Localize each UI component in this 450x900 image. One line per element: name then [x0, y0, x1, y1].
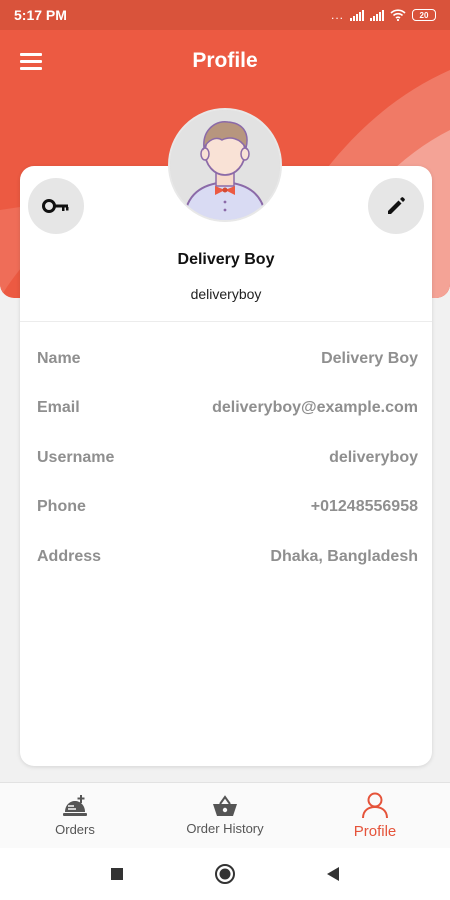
- back-button[interactable]: [319, 860, 347, 888]
- info-row-address: Address Dhaka, Bangladesh: [20, 532, 432, 582]
- nav-order-history[interactable]: Order History: [150, 783, 300, 848]
- nav-profile[interactable]: Profile: [300, 783, 450, 848]
- info-value: deliveryboy: [329, 448, 418, 466]
- info-value: Dhaka, Bangladesh: [270, 547, 418, 565]
- home-circle-icon: [215, 864, 235, 884]
- info-value: Delivery Boy: [321, 349, 418, 367]
- edit-profile-button[interactable]: [368, 178, 424, 234]
- menu-button[interactable]: [20, 50, 44, 72]
- pencil-icon: [388, 197, 405, 214]
- avatar-illustration: [170, 110, 280, 220]
- app-bar: Profile: [0, 30, 450, 92]
- person-icon: [362, 792, 388, 819]
- info-value: deliveryboy@example.com: [212, 399, 418, 417]
- info-row-phone: Phone +01248556958: [20, 483, 432, 533]
- divider: [20, 321, 432, 322]
- info-label: Address: [37, 547, 102, 565]
- avatar: [168, 108, 282, 222]
- profile-screen: 5:17 PM ... 20 Profile Delivery Boy deli…: [0, 0, 450, 900]
- signal-icon: [370, 9, 384, 21]
- home-button[interactable]: [211, 860, 239, 888]
- square-icon: [111, 868, 123, 880]
- nav-orders-label: Orders: [55, 822, 95, 837]
- bottom-navigation: Orders Order History Profile: [0, 782, 450, 848]
- signal-icon: [350, 9, 364, 21]
- food-tray-icon: [63, 795, 87, 816]
- recent-apps-button[interactable]: [103, 860, 131, 888]
- info-row-username: Username deliveryboy: [20, 433, 432, 483]
- profile-card: Delivery Boy deliveryboy Name Delivery B…: [20, 166, 432, 766]
- info-label: Username: [37, 448, 115, 466]
- battery-icon: 20: [412, 9, 436, 21]
- info-label: Email: [37, 399, 80, 417]
- info-label: Name: [37, 349, 81, 367]
- back-triangle-icon: [327, 867, 339, 881]
- info-row-name: Name Delivery Boy: [20, 334, 432, 384]
- status-bar: 5:17 PM ... 20: [0, 0, 450, 30]
- info-label: Phone: [37, 498, 86, 516]
- nav-orders[interactable]: Orders: [0, 783, 150, 848]
- profile-username: deliveryboy: [190, 286, 262, 302]
- page-title: Profile: [192, 49, 258, 72]
- info-value: +01248556958: [310, 498, 418, 516]
- profile-info-list: Name Delivery Boy Email deliveryboy@exam…: [20, 334, 432, 582]
- nav-profile-label: Profile: [353, 823, 397, 840]
- info-row-email: Email deliveryboy@example.com: [20, 384, 432, 434]
- system-navigation-bar: [0, 848, 450, 900]
- status-time: 5:17 PM: [14, 7, 67, 23]
- basket-icon: [213, 795, 237, 816]
- status-icons: ... 20: [331, 8, 436, 22]
- wifi-icon: [390, 9, 406, 21]
- nav-order-history-label: Order History: [186, 821, 264, 836]
- notification-dots-icon: ...: [330, 8, 344, 22]
- profile-name: Delivery Boy: [177, 251, 275, 268]
- change-password-button[interactable]: [28, 178, 84, 234]
- key-icon: [42, 199, 69, 213]
